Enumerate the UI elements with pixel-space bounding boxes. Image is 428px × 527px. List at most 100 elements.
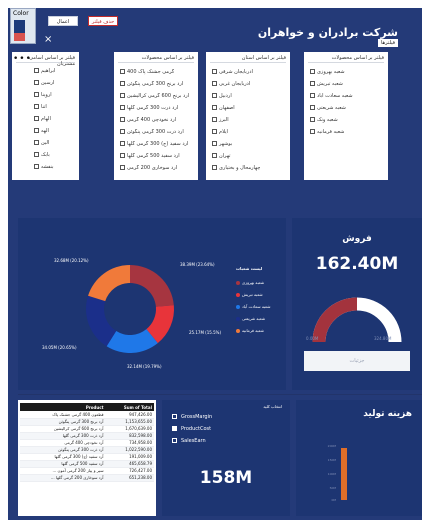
legend-item-tajrish[interactable]: شعبه تبریش — [236, 292, 263, 297]
checkbox[interactable] — [34, 152, 39, 157]
checkbox[interactable] — [212, 141, 217, 146]
checkbox[interactable] — [34, 140, 39, 145]
checkbox[interactable] — [310, 93, 315, 98]
table-row[interactable]: آرد ذرت 300 گرمی پنگوئن 1,022,590.00 — [20, 446, 154, 454]
clear-filter-button[interactable]: حذف فیلتر — [88, 16, 118, 26]
checkbox[interactable] — [212, 93, 217, 98]
list-item[interactable]: آرد سفید (ج) 300 گرمی گلها — [120, 141, 188, 149]
column-header-total[interactable]: Sum of Total — [105, 403, 154, 411]
details-button[interactable]: جزئیات — [304, 351, 410, 371]
list-item[interactable]: بنفشه — [34, 164, 54, 172]
checkbox[interactable] — [34, 116, 39, 121]
list-item[interactable]: آرد سوخاری 200 گرمی — [120, 165, 177, 173]
list-item[interactable]: آذربایجان غربی — [212, 81, 250, 89]
list-item[interactable]: اصفهان — [212, 105, 235, 113]
checkbox[interactable] — [310, 129, 315, 134]
checkbox[interactable] — [34, 104, 39, 109]
more-options-icon[interactable]: ••• — [13, 55, 32, 64]
list-item[interactable]: بوشهر — [212, 141, 232, 149]
checkbox[interactable] — [120, 93, 125, 98]
checkbox[interactable] — [310, 69, 315, 74]
list-item[interactable]: بابک — [34, 152, 50, 160]
donut-slice-4[interactable] — [88, 265, 130, 302]
checkbox[interactable] — [120, 165, 125, 170]
checkbox[interactable] — [34, 92, 39, 97]
production-cost-bar[interactable] — [341, 448, 347, 500]
checkbox[interactable] — [34, 68, 39, 73]
table-row[interactable]: آرد برنج 300 گرمی پنگوئن 1,153,655.00 — [20, 418, 154, 426]
list-item[interactable]: الین — [34, 140, 49, 148]
list-item[interactable]: الهام — [34, 116, 51, 124]
checkbox[interactable] — [120, 129, 125, 134]
list-item[interactable]: شعبه شریعتی — [310, 105, 346, 113]
checkbox[interactable] — [120, 105, 125, 110]
list-item[interactable]: آرد نخودچی 400 گرمی — [120, 117, 176, 125]
list-item[interactable]: اردبیل — [212, 93, 232, 101]
list-item[interactable]: البرز — [212, 117, 229, 125]
table-row[interactable]: آرد سفید (ج) 300 گرمی گلها 191,009.00 — [20, 453, 154, 461]
checkbox-checked[interactable] — [172, 426, 177, 431]
table-row[interactable]: آرد برنج 600 گرمی کرالیشین 1,670,639.00 — [20, 425, 154, 433]
list-item[interactable]: شعبه بهروزی — [310, 69, 345, 77]
list-item[interactable]: آرد برنج 300 گرمی پنگوئن — [120, 81, 183, 89]
list-item[interactable]: آذربایجان شرقی — [212, 69, 253, 77]
color-theme-picker[interactable]: Color — [10, 8, 36, 44]
measure-option-grossmargin[interactable]: GrossMargin — [172, 414, 212, 420]
measure-option-productcost[interactable]: ProductCost — [172, 426, 211, 432]
checkbox[interactable] — [212, 117, 217, 122]
list-item[interactable]: شعبه ونک — [310, 117, 338, 125]
legend-item-farmanieh[interactable]: شعبه فرمانیه — [236, 328, 264, 333]
legend-item-saadatabad[interactable]: شعبه سعادت آباد — [236, 304, 270, 309]
table-row[interactable]: ... آرد سوخاری 200 گرمی گلها 651,238.00 — [20, 474, 154, 482]
list-item[interactable]: تهران — [212, 153, 231, 161]
donut-slice-0[interactable] — [130, 265, 174, 307]
checkbox[interactable] — [172, 438, 177, 443]
checkbox[interactable] — [120, 141, 125, 146]
table-cell: 1,022,590.00 — [105, 446, 154, 454]
checkbox[interactable] — [172, 414, 177, 419]
measure-option-salesearn[interactable]: SalesEarn — [172, 438, 206, 444]
checkbox[interactable] — [212, 129, 217, 134]
list-item[interactable]: چهارمحال و بختیاری — [212, 165, 260, 173]
checkbox[interactable] — [34, 80, 39, 85]
list-item[interactable]: الهه — [34, 128, 49, 136]
list-item[interactable]: شعبه سعادت آباد — [310, 93, 353, 101]
checkbox[interactable] — [212, 69, 217, 74]
list-item[interactable]: آرد ذرت 300 گرمی پنگوئن — [120, 129, 184, 137]
checkbox[interactable] — [212, 81, 217, 86]
checkbox[interactable] — [310, 105, 315, 110]
table-row[interactable]: آرد ذرت 300 گرمی گلها 832,598.00 — [20, 432, 154, 440]
legend-item-shariati[interactable]: شعبه شریعتی — [236, 316, 265, 321]
table-row[interactable]: قطعون 400 گرمی جشنک پاک 947,426.00 — [20, 411, 154, 419]
list-item[interactable]: آتنا — [34, 104, 47, 112]
legend-item-behroozi[interactable]: شعبه بهروزی — [236, 280, 264, 285]
checkbox[interactable] — [120, 81, 125, 86]
checkbox[interactable] — [120, 117, 125, 122]
checkbox[interactable] — [34, 164, 39, 169]
checkbox[interactable] — [120, 69, 125, 74]
list-item[interactable]: ایلام — [212, 129, 228, 137]
list-item[interactable]: آروینا — [34, 92, 52, 100]
table-row[interactable]: ... سیر و پیاز 200 گرمی آمون 726,427.00 — [20, 467, 154, 475]
list-item[interactable]: آرد سفید 500 گرمی گلها — [120, 153, 180, 161]
table-row[interactable]: آرد سفید 500 گرمی گلها 465,658.79 — [20, 460, 154, 468]
list-item[interactable]: شعبه تبریش — [310, 81, 343, 89]
table-row[interactable]: آرد نخودچی 400 گرمی 734,958.00 — [20, 439, 154, 447]
list-item[interactable]: ابراهیم — [34, 68, 55, 76]
list-item[interactable]: 400 گرمی جشنک پاک — [120, 69, 174, 77]
list-item[interactable]: آرد ذرت 300 گرمی گلها — [120, 105, 178, 113]
checkbox[interactable] — [212, 153, 217, 158]
checkbox[interactable] — [310, 117, 315, 122]
list-item[interactable]: آرد برنج 600 گرمی کرالیشین — [120, 93, 189, 101]
list-item[interactable]: شعبه فرمانیه — [310, 129, 344, 137]
checkbox[interactable] — [120, 153, 125, 158]
list-item[interactable]: آرسین — [34, 80, 54, 88]
close-icon[interactable]: × — [44, 35, 54, 45]
apply-button[interactable]: اعمال — [48, 16, 78, 26]
checkbox[interactable] — [34, 128, 39, 133]
checkbox[interactable] — [310, 81, 315, 86]
checkbox[interactable] — [212, 105, 217, 110]
tab-filters[interactable]: فیلترها — [378, 39, 398, 47]
column-header-product[interactable]: Product — [20, 403, 106, 411]
checkbox[interactable] — [212, 165, 217, 170]
